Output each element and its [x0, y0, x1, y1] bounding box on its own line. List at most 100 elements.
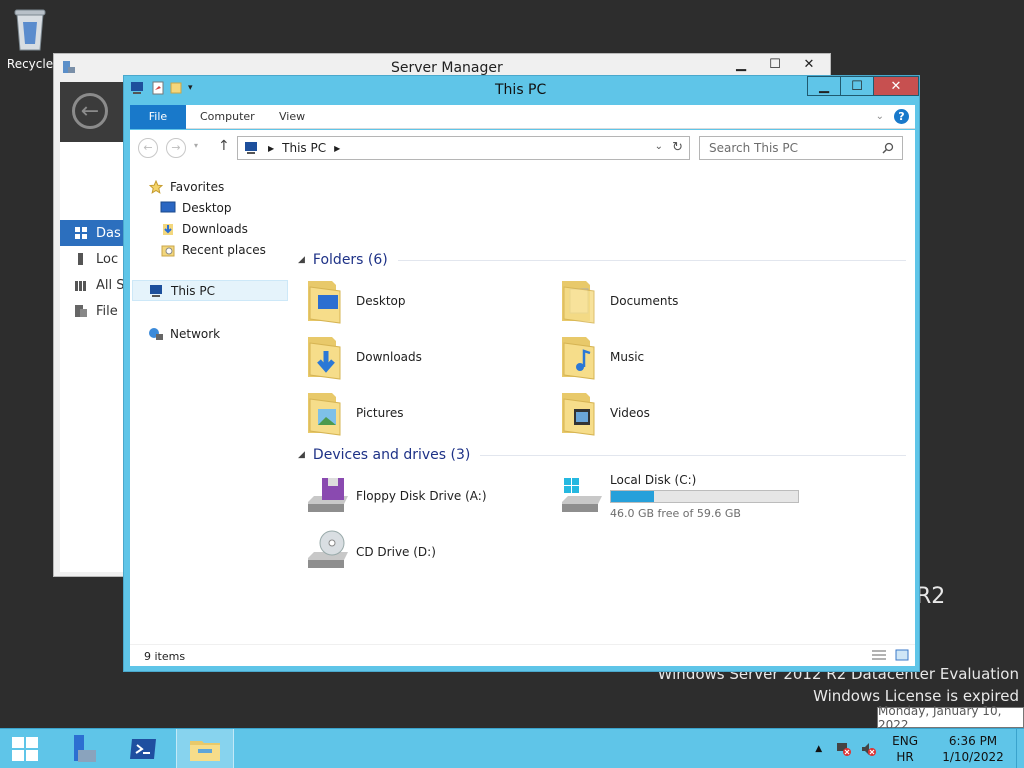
downloads-folder-icon [308, 337, 341, 380]
sm-maximize-button[interactable]: ☐ [758, 54, 792, 74]
explorer-title: This PC [495, 82, 547, 98]
servers-icon [75, 281, 86, 291]
tab-computer[interactable]: Computer [200, 105, 255, 129]
folder-label: Desktop [356, 294, 406, 308]
nav-recent-places[interactable]: Recent places [160, 239, 266, 260]
dashboard-icon [75, 227, 87, 239]
folders-group-title: Folders (6) [312, 252, 388, 268]
this-pc-small-icon [131, 82, 143, 94]
nav-network[interactable]: Network [148, 323, 220, 344]
close-button[interactable]: ✕ [873, 76, 919, 96]
minimize-button[interactable]: ▁ [807, 76, 841, 96]
sm-close-button[interactable]: ✕ [792, 54, 826, 74]
input-language[interactable]: ENG HR [892, 733, 918, 765]
navigation-pane: Favorites Desktop Downloads Recent place… [130, 166, 290, 642]
sm-minimize-button[interactable]: ▁ [724, 54, 758, 74]
os-edition-fragment: R2 [916, 584, 946, 609]
nav-this-pc[interactable]: This PC [132, 280, 288, 301]
sm-nav-label: Loc [96, 251, 119, 267]
pictures-folder-icon [308, 393, 341, 436]
properties-icon[interactable] [152, 81, 164, 95]
help-icon[interactable]: ? [894, 109, 909, 124]
show-desktop-button[interactable] [1016, 729, 1024, 768]
folder-desktop[interactable]: Desktop [304, 275, 544, 327]
collapse-triangle-icon[interactable]: ◢ [298, 450, 305, 460]
breadcrumb-chevron-icon[interactable]: ▶ [334, 144, 340, 153]
folder-label: Downloads [356, 350, 422, 364]
taskbar-file-explorer[interactable] [176, 729, 234, 768]
forward-button[interactable]: → [166, 138, 186, 158]
folder-documents[interactable]: Documents [558, 275, 798, 327]
recent-places-icon [160, 242, 176, 258]
volume-muted-icon[interactable] [860, 741, 877, 757]
drive-floppy[interactable]: Floppy Disk Drive (A:) [304, 470, 544, 522]
address-dropdown-icon[interactable]: ⌄ [655, 141, 663, 152]
folder-downloads[interactable]: Downloads [304, 331, 544, 383]
expand-ribbon-icon[interactable]: ⌄ [876, 111, 884, 122]
search-placeholder: Search This PC [709, 141, 798, 155]
language-code: ENG [892, 734, 918, 748]
drive-local-c[interactable]: Local Disk (C:) 46.0 GB free of 59.6 GB [558, 470, 858, 522]
folder-videos[interactable]: Videos [558, 387, 798, 439]
folders-group-header[interactable]: ◢ Folders (6) [298, 252, 906, 268]
tab-file[interactable]: File [130, 105, 186, 129]
network-status-icon[interactable] [836, 741, 852, 757]
new-folder-icon[interactable] [170, 81, 182, 95]
taskbar: ▲ ENG HR 6:36 PM 1/10/2022 [0, 728, 1024, 768]
nav-desktop[interactable]: Desktop [160, 197, 232, 218]
clock[interactable]: 6:36 PM 1/10/2022 [938, 733, 1008, 765]
this-pc-icon [149, 283, 165, 299]
desktop-icon [160, 200, 176, 216]
collapse-triangle-icon[interactable]: ◢ [298, 255, 305, 265]
large-icons-view-icon[interactable] [895, 649, 909, 661]
back-button[interactable]: ← [138, 138, 158, 158]
local-disk-icon [562, 478, 602, 512]
maximize-button[interactable]: ☐ [840, 76, 874, 96]
nav-desktop-label: Desktop [182, 200, 232, 215]
taskbar-server-manager[interactable] [52, 729, 110, 768]
breadcrumb-chevron-icon[interactable]: ▶ [268, 144, 274, 153]
nav-favorites-label: Favorites [170, 179, 225, 194]
devices-group-title: Devices and drives (3) [312, 447, 471, 463]
refresh-icon[interactable]: ↻ [672, 140, 683, 155]
folder-pictures[interactable]: Pictures [304, 387, 544, 439]
nav-recent-places-label: Recent places [182, 242, 266, 257]
back-arrow-icon[interactable]: ← [72, 93, 108, 129]
cd-drive-icon [308, 530, 348, 568]
taskbar-powershell[interactable] [115, 729, 171, 768]
up-arrow-icon[interactable]: ↑ [218, 138, 230, 154]
explorer-window[interactable]: ▾ This PC ▁ ☐ ✕ File Computer View ⌄ ? ←… [123, 75, 920, 672]
nav-downloads[interactable]: Downloads [160, 218, 248, 239]
recycle-bin-icon [14, 9, 46, 51]
details-view-icon[interactable] [871, 649, 887, 661]
recycle-bin-label: Recycle [6, 57, 54, 71]
drive-label: Local Disk (C:) [610, 472, 697, 487]
file-explorer-icon [190, 741, 220, 761]
folder-label: Documents [610, 294, 679, 308]
quick-access-toolbar: ▾ [130, 81, 193, 95]
disk-usage-bar [610, 489, 799, 503]
show-hidden-icons-icon[interactable]: ▲ [815, 744, 822, 754]
nav-downloads-label: Downloads [182, 221, 248, 236]
tab-view[interactable]: View [279, 105, 305, 129]
explorer-titlebar[interactable]: ▾ This PC ▁ ☐ ✕ [124, 76, 919, 104]
search-input[interactable]: Search This PC [699, 136, 903, 160]
search-icon[interactable] [882, 142, 894, 154]
videos-folder-icon [562, 393, 595, 436]
keyboard-layout: HR [896, 750, 914, 764]
disk-usage-fill [611, 490, 654, 502]
folder-music[interactable]: Music [558, 331, 798, 383]
address-bar[interactable]: ▶ This PC ▶ ⌄ ↻ [237, 136, 690, 160]
devices-group-header[interactable]: ◢ Devices and drives (3) [298, 447, 906, 463]
folder-label: Music [610, 350, 645, 364]
start-button[interactable] [0, 729, 50, 768]
recycle-bin-shortcut[interactable]: Recycle [4, 6, 56, 71]
drive-cd[interactable]: CD Drive (D:) [304, 526, 544, 578]
qat-dropdown-icon[interactable]: ▾ [188, 83, 193, 93]
server-icon [78, 253, 83, 265]
network-icon [148, 326, 164, 342]
server-manager-icon [74, 735, 96, 762]
nav-favorites[interactable]: Favorites [148, 176, 224, 197]
recent-locations-icon[interactable]: ▾ [194, 141, 198, 150]
breadcrumb-this-pc[interactable]: This PC [282, 141, 326, 155]
